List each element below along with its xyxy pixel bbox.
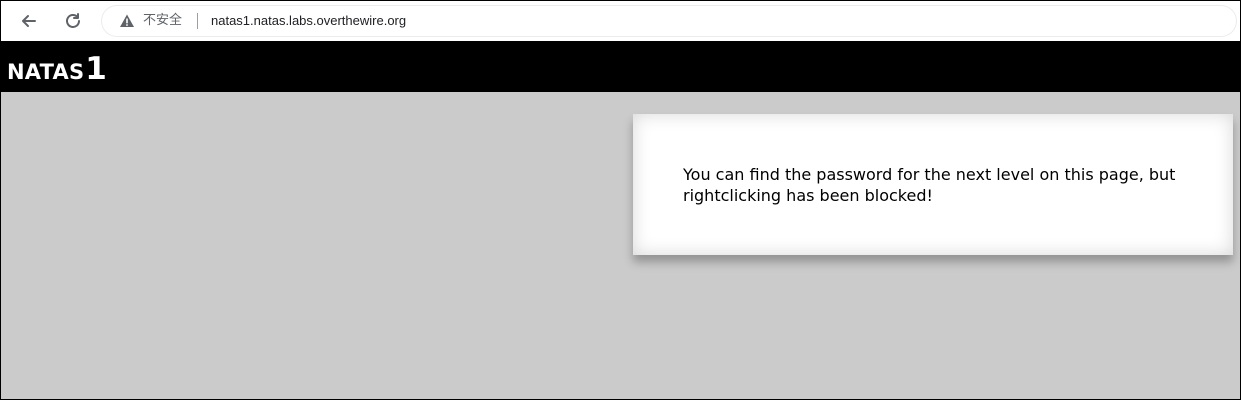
back-arrow-icon <box>22 15 36 27</box>
address-bar[interactable]: 不安全 natas1.natas.labs.overthewire.org <box>101 5 1237 37</box>
content-card: You can find the password for the next l… <box>633 114 1233 255</box>
back-button[interactable] <box>13 5 45 37</box>
reload-icon <box>66 13 80 28</box>
url-text[interactable]: natas1.natas.labs.overthewire.org <box>211 12 406 30</box>
browser-window: 不安全 natas1.natas.labs.overthewire.org NA… <box>0 0 1241 400</box>
page-body: You can find the password for the next l… <box>1 92 1240 399</box>
title-text: NATAS <box>7 60 85 84</box>
reload-button[interactable] <box>57 5 89 37</box>
content-message: You can find the password for the next l… <box>683 165 1176 205</box>
address-divider <box>197 13 198 29</box>
page-title: NATAS1 <box>7 49 107 94</box>
browser-toolbar: 不安全 natas1.natas.labs.overthewire.org <box>1 1 1240 42</box>
title-level-number: 1 <box>85 51 107 87</box>
warning-triangle-icon[interactable] <box>119 13 135 29</box>
security-status-label[interactable]: 不安全 <box>143 12 182 30</box>
site-header: NATAS1 <box>1 41 1240 92</box>
